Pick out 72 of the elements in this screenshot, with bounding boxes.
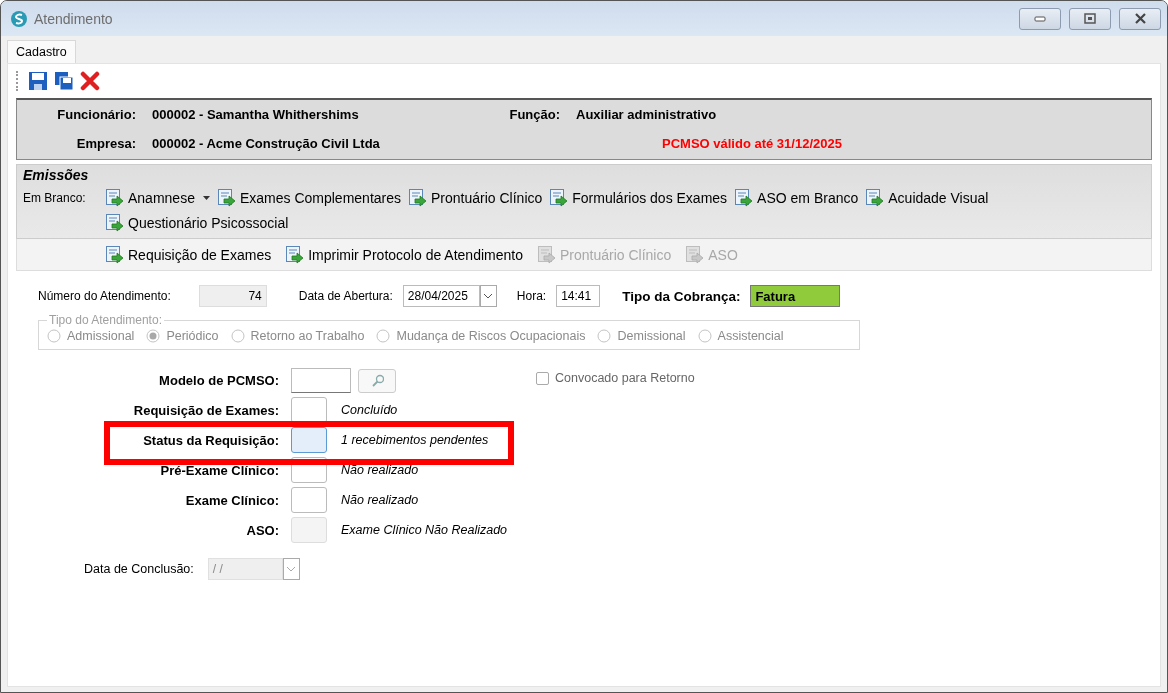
status-text: Não realizado (341, 463, 419, 477)
field-label: Função: (508, 107, 561, 122)
document-arrow-icon (105, 213, 124, 232)
date-field[interactable]: 28/04/2025 (402, 285, 480, 307)
document-arrow-icon (408, 188, 427, 207)
minimize-button[interactable] (1019, 7, 1061, 30)
close-button[interactable] (1119, 7, 1161, 30)
minimize-icon (1034, 14, 1046, 23)
print-button[interactable]: Prontuário Clínico (408, 188, 543, 207)
field-label: Data de Conclusão: (84, 562, 194, 576)
document-arrow-icon (536, 245, 556, 264)
field-label: Pré-Exame Clínico: (159, 462, 280, 478)
document-arrow-icon (216, 188, 236, 207)
chevron-down-icon (286, 565, 297, 573)
time-field[interactable]: 14:41 (556, 285, 601, 307)
field-label: Em Branco: (23, 190, 87, 207)
status-text: Exame Clínico Não Realizado (341, 523, 508, 537)
document-arrow-icon (734, 188, 754, 207)
checkbox[interactable] (536, 371, 549, 385)
field-value: 000002 - Samantha Whithershims (152, 107, 360, 122)
document-arrow-icon (105, 245, 124, 264)
print-button[interactable]: Acuidade Visual (865, 188, 989, 207)
document-arrow-icon (685, 245, 705, 264)
field-label: Tipo da Cobrança: (622, 288, 741, 304)
field-label: Número do Atendimento: (38, 289, 171, 303)
field-label: Data de Abertura: (298, 289, 393, 303)
print-button[interactable]: Questionário Psicossocial (105, 213, 289, 232)
section-title: Emissões (23, 167, 89, 183)
field-label: Empresa: (75, 136, 137, 151)
print-button[interactable]: Exames Complementares (216, 188, 401, 207)
status-field[interactable] (291, 397, 327, 423)
maximize-button[interactable] (1069, 7, 1111, 30)
print-button[interactable]: Requisição de Exames (105, 245, 272, 264)
status-text: Concluído (341, 403, 398, 417)
document-arrow-icon (105, 188, 124, 207)
status-field[interactable] (291, 427, 327, 453)
maximize-icon (1084, 13, 1096, 24)
status-text: 1 recebimentos pendentes (341, 433, 489, 447)
print-button[interactable]: Anamnese (105, 188, 210, 207)
field-value: Auxiliar administrativo (576, 107, 718, 122)
field-label: Exame Clínico: (184, 492, 280, 508)
checkbox-label: Convocado para Retorno (555, 371, 695, 385)
field-label: Modelo de PCMSO: (158, 373, 280, 388)
status-text: Não realizado (341, 493, 419, 507)
search-icon (370, 374, 384, 387)
number-field: 74 (198, 285, 267, 307)
close-icon (1133, 13, 1147, 24)
copy-disk-icon[interactable] (54, 71, 74, 91)
field-label: Funcionário: (56, 107, 137, 122)
app-logo-icon (10, 9, 28, 28)
status-field[interactable] (291, 487, 327, 513)
date-field: / / (207, 558, 283, 580)
chevron-down-icon (483, 292, 494, 300)
print-button[interactable]: Imprimir Protocolo de Atendimento (285, 245, 523, 264)
tab[interactable]: Cadastro (7, 40, 76, 63)
billing-type-field[interactable]: Fatura (750, 285, 841, 307)
group-label: Tipo do Atendimento: (48, 313, 163, 327)
document-arrow-icon (285, 245, 305, 264)
field-label: Status da Requisição: (142, 432, 280, 448)
window-title: Atendimento (34, 10, 114, 27)
search-button[interactable] (358, 368, 396, 393)
field-label: Requisição de Exames: (132, 402, 280, 418)
print-button[interactable]: ASO em Branco (734, 188, 859, 207)
validity-notice: PCMSO válido até 31/12/2025 (661, 136, 843, 151)
print-button[interactable]: Formulários dos Exames (549, 188, 728, 207)
delete-icon[interactable] (80, 71, 100, 91)
field-label: ASO: (245, 522, 280, 538)
document-arrow-icon (865, 188, 885, 207)
document-arrow-icon (549, 188, 569, 207)
field-value: 000002 - Acme Construção Civil Ltda (152, 136, 381, 151)
field-label: Hora: (516, 289, 547, 303)
status-field[interactable] (291, 368, 351, 393)
